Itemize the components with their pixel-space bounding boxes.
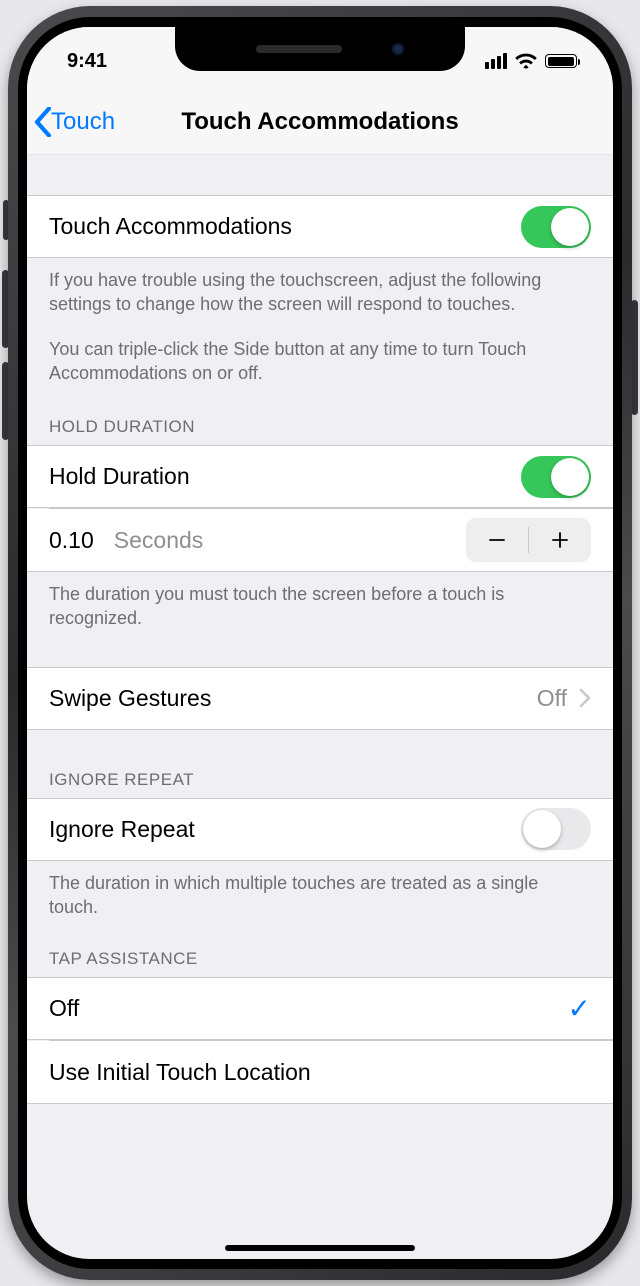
stepper-increment-button[interactable]	[529, 518, 591, 562]
ignore-repeat-label: Ignore Repeat	[49, 816, 195, 843]
touch-accommodations-switch[interactable]	[521, 206, 591, 248]
hold-duration-header: HOLD DURATION	[27, 395, 613, 445]
hold-duration-label: Hold Duration	[49, 463, 190, 490]
hold-duration-unit: Seconds	[114, 527, 204, 554]
status-time: 9:41	[67, 50, 107, 73]
hold-duration-stepper	[466, 518, 591, 562]
speaker-grille	[256, 45, 342, 53]
ignore-repeat-cell[interactable]: Ignore Repeat	[27, 798, 613, 861]
hold-duration-cell[interactable]: Hold Duration	[27, 445, 613, 508]
swipe-gestures-value: Off	[537, 685, 567, 712]
checkmark-icon: ✓	[568, 992, 591, 1025]
ignore-repeat-header: IGNORE REPEAT	[27, 730, 613, 798]
cellular-signal-icon	[485, 53, 507, 69]
touch-accommodations-label: Touch Accommodations	[49, 213, 292, 240]
hold-duration-value: 0.10	[49, 527, 94, 554]
screen: 9:41 Touch Touch Accommo	[27, 27, 613, 1259]
home-indicator[interactable]	[225, 1245, 415, 1251]
chevron-left-icon	[33, 107, 53, 137]
back-button-label: Touch	[51, 108, 115, 136]
swipe-gestures-label: Swipe Gestures	[49, 685, 211, 712]
tap-assistance-off-cell[interactable]: Off ✓	[27, 977, 613, 1040]
plus-icon	[550, 530, 570, 550]
wifi-icon	[515, 53, 537, 69]
battery-icon	[545, 54, 577, 68]
tap-assistance-header: TAP ASSISTANCE	[27, 929, 613, 977]
touch-accommodations-footer: If you have trouble using the touchscree…	[27, 258, 613, 395]
ignore-repeat-switch[interactable]	[521, 808, 591, 850]
settings-content[interactable]: Touch Accommodations If you have trouble…	[27, 155, 613, 1259]
tap-assistance-initial-label: Use Initial Touch Location	[49, 1059, 311, 1086]
side-button-hardware	[631, 300, 638, 415]
swipe-gestures-cell[interactable]: Swipe Gestures Off	[27, 667, 613, 730]
ignore-repeat-footer: The duration in which multiple touches a…	[27, 861, 613, 930]
navigation-bar: Touch Touch Accommodations	[27, 89, 613, 155]
minus-icon	[487, 530, 507, 550]
front-camera	[392, 43, 404, 55]
stepper-decrement-button[interactable]	[466, 518, 528, 562]
tap-assistance-initial-cell[interactable]: Use Initial Touch Location	[27, 1041, 613, 1104]
hold-duration-footer: The duration you must touch the screen b…	[27, 572, 613, 641]
notch	[175, 27, 465, 71]
chevron-right-icon	[579, 688, 591, 708]
touch-accommodations-cell[interactable]: Touch Accommodations	[27, 195, 613, 258]
back-button[interactable]: Touch	[33, 89, 115, 154]
tap-assistance-off-label: Off	[49, 995, 79, 1022]
hold-duration-switch[interactable]	[521, 456, 591, 498]
hold-duration-value-row: 0.10 Seconds	[27, 509, 613, 572]
